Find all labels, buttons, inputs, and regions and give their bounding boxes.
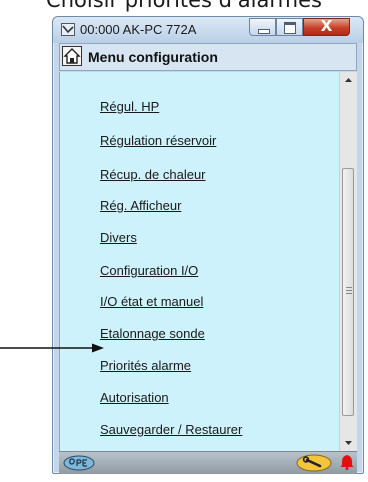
alarm-bell-icon[interactable]: [340, 454, 354, 470]
pointer-arrow-icon: [0, 343, 104, 353]
menu-item-etalonnage-sonde[interactable]: Etalonnage sonde: [100, 326, 205, 341]
thumb-grip-line: [346, 293, 352, 294]
menu-header: Menu configuration: [59, 43, 357, 71]
menu-item-divers[interactable]: Divers: [100, 230, 137, 245]
title-bar: 00:000 AK-PC 772A X: [53, 17, 363, 43]
menu-item-recup-chaleur[interactable]: Récup. de chaleur: [100, 167, 206, 182]
scroll-down-arrow-icon[interactable]: [340, 434, 357, 451]
app-window: 00:000 AK-PC 772A X Menu configuration R…: [52, 16, 364, 474]
page-caption: Choisir priorités d'alarmes: [46, 0, 322, 12]
home-icon: [63, 48, 81, 64]
thumb-grip-line: [346, 287, 352, 288]
scrollbar-thumb[interactable]: [342, 168, 354, 416]
menu-item-io-etat-manuel[interactable]: I/O état et manuel: [100, 294, 203, 309]
status-bar: [59, 451, 357, 474]
close-icon: X: [320, 17, 333, 35]
menu-item-autorisation[interactable]: Autorisation: [100, 390, 169, 405]
menu-item-reg-afficheur[interactable]: Rég. Afficheur: [100, 198, 181, 213]
home-button[interactable]: [62, 46, 82, 66]
minimize-button[interactable]: [249, 18, 276, 36]
menu-item-priorites-alarme[interactable]: Priorités alarme: [100, 358, 191, 373]
menu-list: Régul. HP Régulation réservoir Récup. de…: [59, 72, 357, 451]
menu-item-sauvegarder-restaurer[interactable]: Sauvegarder / Restaurer: [100, 422, 242, 437]
wrench-icon[interactable]: [296, 454, 332, 472]
maximize-button[interactable]: [276, 18, 303, 36]
menu-item-configuration-io[interactable]: Configuration I/O: [100, 263, 198, 278]
vertical-scrollbar[interactable]: [339, 72, 357, 451]
close-button[interactable]: X: [303, 17, 350, 36]
scroll-up-arrow-icon[interactable]: [340, 72, 357, 89]
menu-item-regulation-reservoir[interactable]: Régulation réservoir: [100, 133, 216, 148]
app-icon: [61, 23, 75, 36]
operator-icon[interactable]: [63, 455, 95, 471]
thumb-grip-line: [346, 290, 352, 291]
menu-item-regul-hp[interactable]: Régul. HP: [100, 99, 159, 114]
page-title: Menu configuration: [88, 49, 218, 65]
window-title: 00:000 AK-PC 772A: [80, 22, 197, 37]
